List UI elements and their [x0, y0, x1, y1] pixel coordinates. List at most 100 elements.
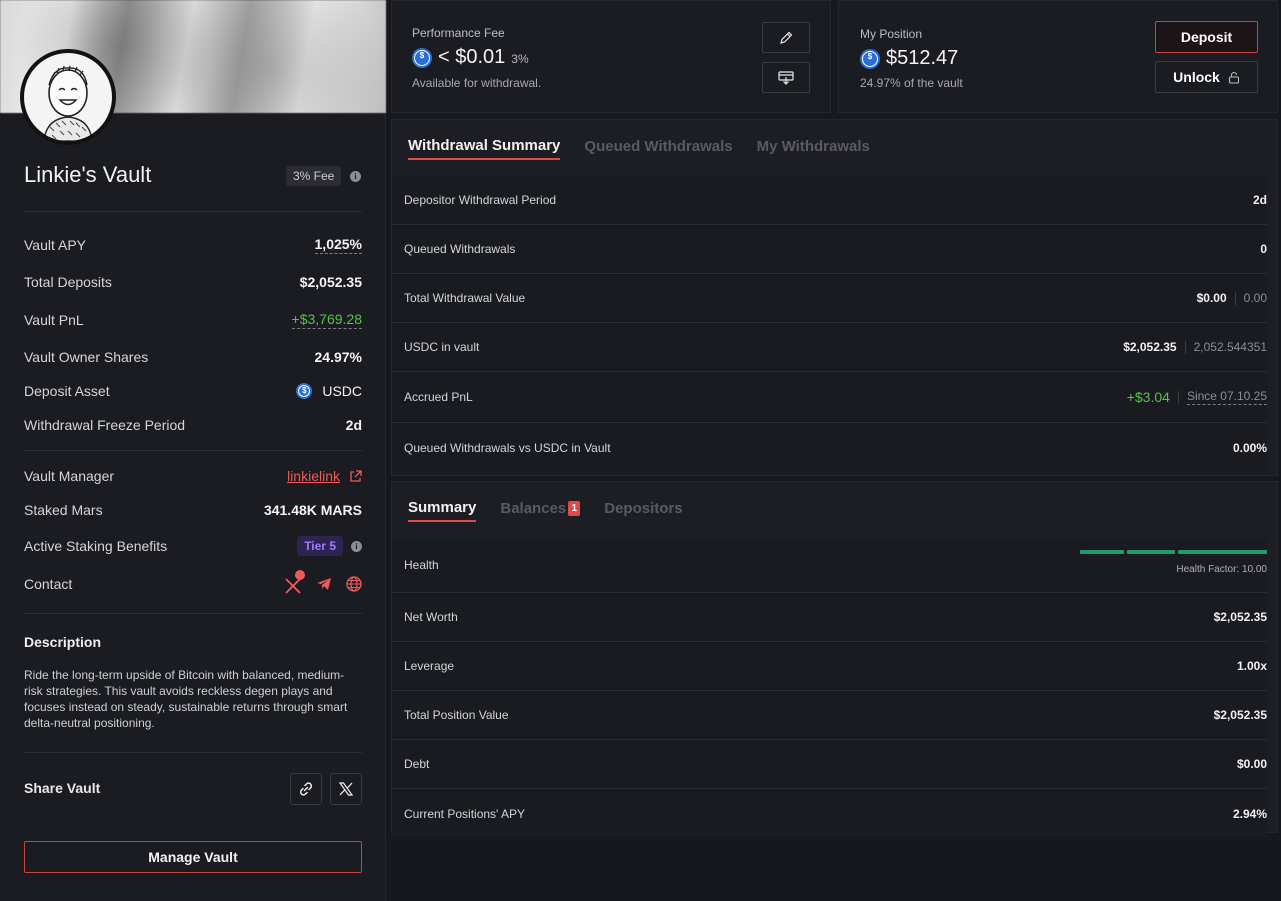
stat-label: Withdrawal Freeze Period: [24, 417, 186, 433]
x-twitter-icon[interactable]: [284, 570, 305, 594]
avatar: [20, 49, 116, 145]
tab-queued-withdrawals[interactable]: Queued Withdrawals: [584, 138, 732, 159]
summary-panel: Summary Balances 1 Depositors Health Heal…: [391, 481, 1278, 838]
since-date[interactable]: Since 07.10.25: [1186, 389, 1267, 405]
unlock-button[interactable]: Unlock: [1155, 61, 1258, 93]
description-title: Description: [24, 634, 102, 650]
tab-my-withdrawals[interactable]: My Withdrawals: [757, 138, 870, 159]
description-text: Ride the long-term upside of Bitcoin wit…: [24, 668, 348, 730]
table-row: Depositor Withdrawal Period 2d: [392, 176, 1267, 225]
row-label: Leverage: [404, 659, 455, 673]
owner-shares-value: 24.97%: [314, 349, 362, 365]
external-link-icon[interactable]: [349, 469, 362, 483]
divider: [24, 450, 362, 451]
performance-fee-card: Performance Fee < $0.01 3% Available for…: [391, 0, 831, 113]
health-factor-text: Health Factor: 10.00: [1176, 564, 1267, 575]
stat-label: Deposit Asset: [24, 383, 110, 399]
table-row: Net Worth $2,052.35: [392, 593, 1267, 642]
tab-balances[interactable]: Balances 1: [500, 499, 581, 521]
stat-label: Contact: [24, 576, 73, 592]
divider: [24, 613, 362, 614]
share-x-button[interactable]: [330, 773, 362, 805]
performance-fee-label: Performance Fee: [412, 26, 505, 40]
x-icon: [338, 782, 354, 796]
row-value: 2d: [1252, 193, 1267, 207]
row-value: 0.00%: [1232, 440, 1267, 455]
tab-summary[interactable]: Summary: [408, 499, 477, 522]
performance-fee-value: < $0.01: [438, 46, 506, 68]
usdc-icon: [412, 47, 432, 68]
my-position-value: $512.47: [886, 47, 959, 69]
table-row: Health Health Factor: 10.00: [392, 538, 1267, 593]
link-icon: [299, 782, 313, 796]
verified-badge-icon: [295, 570, 305, 580]
deposit-asset-value: USDC: [296, 383, 362, 399]
pencil-icon: [780, 31, 793, 44]
row-label: Depositor Withdrawal Period: [404, 193, 557, 207]
tab-depositors[interactable]: Depositors: [604, 500, 682, 521]
stat-freeze-period: Withdrawal Freeze Period 2d: [24, 414, 362, 436]
row-value: +$3.04 Since 07.10.25: [1126, 389, 1267, 405]
stat-label: Active Staking Benefits: [24, 538, 168, 554]
usdc-icon: [296, 383, 313, 399]
unlock-label: Unlock: [1173, 69, 1220, 85]
row-value: 1.00x: [1236, 659, 1267, 673]
balances-count-badge: 1: [568, 500, 581, 516]
vault-manager-link[interactable]: linkielink: [287, 468, 362, 484]
vault-apy-value[interactable]: 1,025%: [314, 236, 362, 254]
withdrawal-tabs: Withdrawal Summary Queued Withdrawals My…: [408, 120, 870, 176]
stat-label: Vault PnL: [24, 312, 84, 328]
row-label: Net Worth: [404, 610, 458, 624]
share-vault-label: Share Vault: [24, 780, 101, 796]
table-row: Total Position Value $2,052.35: [392, 691, 1267, 740]
copy-link-button[interactable]: [290, 773, 322, 805]
stat-label: Staked Mars: [24, 502, 103, 518]
row-value: $0.00: [1236, 757, 1267, 771]
stat-vault-manager: Vault Manager linkielink: [24, 465, 362, 487]
row-label: Debt: [404, 757, 430, 771]
vault-pnl-value[interactable]: +$3,769.28: [291, 311, 362, 329]
table-row: Current Positions' APY 2.94%: [392, 789, 1267, 838]
manager-name[interactable]: linkielink: [287, 468, 340, 484]
info-icon[interactable]: i: [351, 540, 362, 552]
staked-mars-value: 341.48K MARS: [263, 502, 362, 518]
stat-staked-mars: Staked Mars 341.48K MARS: [24, 499, 362, 521]
stat-vault-pnl: Vault PnL +$3,769.28: [24, 309, 362, 331]
withdraw-fee-button[interactable]: [762, 62, 810, 93]
table-row: Total Withdrawal Value $0.00 0.00: [392, 274, 1267, 323]
lock-icon: [1228, 71, 1239, 84]
edit-fee-button[interactable]: [762, 22, 810, 53]
row-label: Current Positions' APY: [404, 806, 526, 821]
manage-vault-button[interactable]: Manage Vault: [24, 841, 362, 873]
stat-label: Vault Manager: [24, 468, 115, 484]
table-row: Debt $0.00: [392, 740, 1267, 789]
stat-contact: Contact: [24, 570, 362, 595]
withdraw-icon: [778, 70, 794, 85]
row-label: Accrued PnL: [404, 390, 473, 404]
table-row: Queued Withdrawals vs USDC in Vault 0.00…: [392, 423, 1267, 472]
row-value: $2,052.35: [1213, 708, 1267, 722]
performance-fee-sub: Available for withdrawal.: [412, 76, 542, 90]
stat-total-deposits: Total Deposits $2,052.35: [24, 271, 362, 293]
deposit-asset-text: USDC: [322, 383, 362, 399]
summary-table: Health Health Factor: 10.00 Net Worth $2…: [392, 538, 1279, 838]
row-label: Queued Withdrawals vs USDC in Vault: [404, 440, 611, 455]
total-deposits-value: $2,052.35: [299, 274, 362, 290]
stat-label: Total Deposits: [24, 274, 112, 290]
freeze-period-value: 2d: [345, 417, 362, 433]
tier-badge: Tier 5: [297, 536, 343, 556]
row-value: 0: [1260, 242, 1267, 256]
stat-label: Vault Owner Shares: [24, 349, 149, 365]
fee-badge: 3% Fee: [286, 166, 342, 186]
deposit-button[interactable]: Deposit: [1155, 21, 1258, 53]
withdrawal-summary-table: Depositor Withdrawal Period 2d Queued Wi…: [392, 176, 1279, 472]
telegram-icon[interactable]: [316, 577, 332, 591]
row-value: $0.00 0.00: [1196, 291, 1267, 305]
row-label: Health: [404, 558, 439, 572]
row-label: Total Position Value: [404, 708, 509, 722]
globe-icon[interactable]: [346, 576, 362, 592]
info-icon[interactable]: i: [350, 171, 361, 182]
tab-withdrawal-summary[interactable]: Withdrawal Summary: [408, 137, 561, 160]
tab-balances-label: Balances: [500, 499, 567, 517]
table-row: Leverage 1.00x: [392, 642, 1267, 691]
